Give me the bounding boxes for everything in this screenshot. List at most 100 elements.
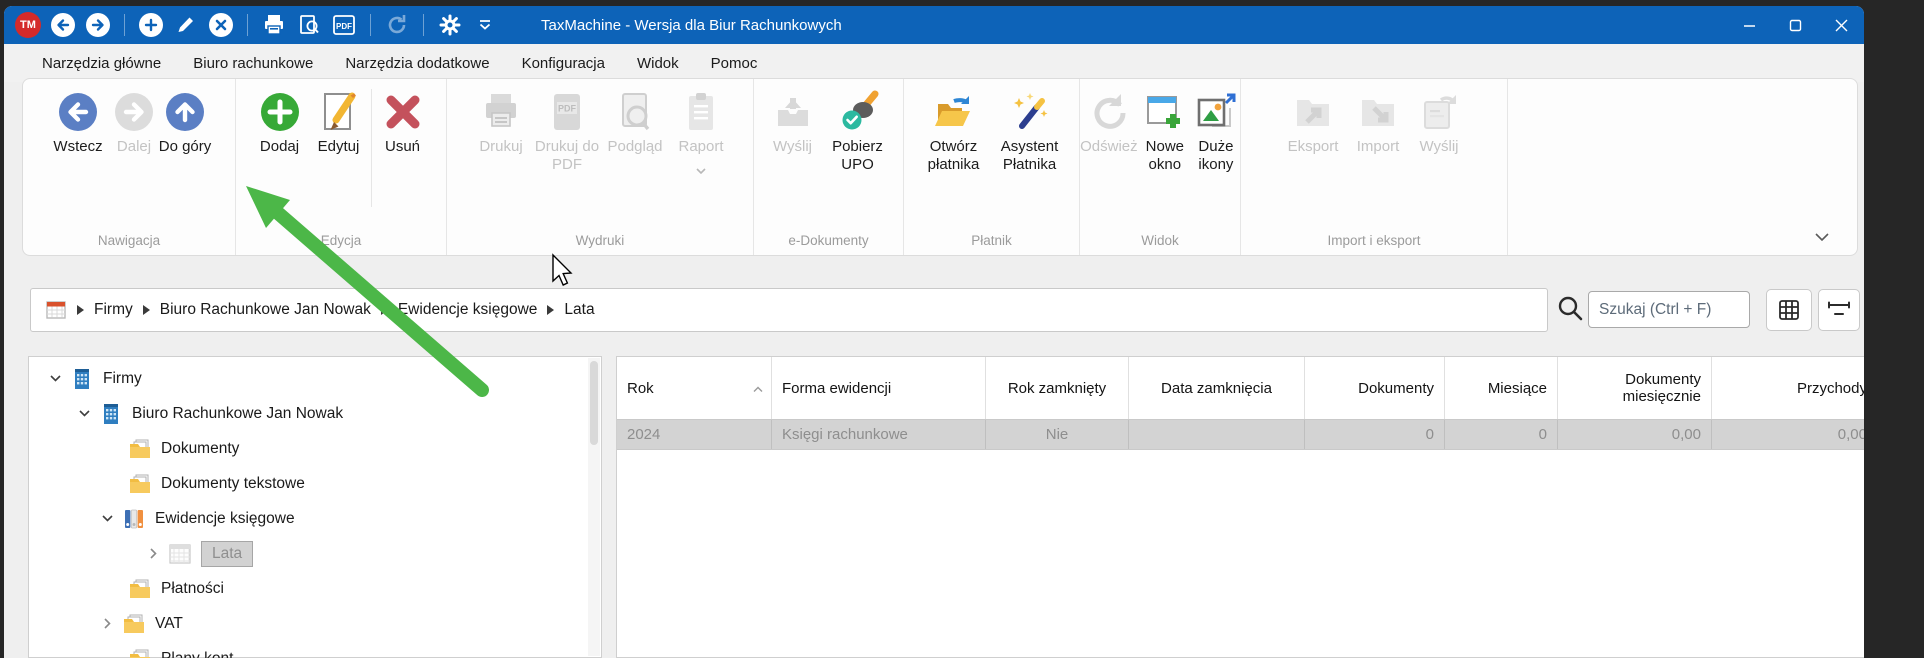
search-input[interactable] (1588, 291, 1750, 328)
chevron-right-icon[interactable] (99, 616, 115, 632)
tab-pomoc[interactable]: Pomoc (695, 44, 774, 82)
tab-konfiguracja[interactable]: Konfiguracja (506, 44, 621, 82)
column-header-rok[interactable]: Rok (617, 357, 772, 419)
grid-icon (1778, 299, 1800, 321)
cell-data-zamkniecia (1129, 420, 1305, 449)
column-header-przychody[interactable]: Przychody (1712, 357, 1864, 419)
tree-item-label: Firmy (103, 370, 142, 388)
asystent-platnika-button[interactable]: Asystent Płatnika (992, 87, 1068, 173)
scrollbar-thumb[interactable] (590, 361, 598, 445)
send-tray-icon (770, 89, 816, 135)
tab-biuro-rachunkowe[interactable]: Biuro rachunkowe (177, 44, 329, 82)
forward-icon[interactable] (84, 11, 112, 39)
tree-item-dokumenty-tekstowe[interactable]: Dokumenty tekstowe (29, 466, 601, 501)
preview-icon (612, 89, 658, 135)
tab-narzedzia-glowne[interactable]: Narzędzia główne (26, 44, 177, 82)
minimize-icon[interactable] (1726, 6, 1772, 44)
breadcrumb[interactable]: Firmy Biuro Rachunkowe Jan Nowak Ewidenc… (30, 288, 1548, 332)
usun-button[interactable]: Usuń (374, 87, 432, 156)
report-clipboard-icon (678, 89, 724, 135)
company-tree-panel: Firmy Biuro Rachunkowe Jan Nowak Dokumen… (28, 356, 602, 658)
drukuj-button: Drukuj (468, 87, 534, 156)
filter-button[interactable] (1818, 289, 1860, 331)
wyslij-edok-button: Wyślij (764, 87, 822, 156)
tree-item-label: Dokumenty tekstowe (161, 475, 305, 493)
breadcrumb-separator-icon (547, 305, 554, 315)
tree-item-biuro[interactable]: Biuro Rachunkowe Jan Nowak (29, 396, 601, 431)
chevron-right-icon[interactable] (145, 546, 161, 562)
tree-item-firmy[interactable]: Firmy (29, 361, 601, 396)
column-header-dokumenty-miesiecznie[interactable]: Dokumenty miesięcznie (1558, 357, 1712, 419)
settings-gear-icon[interactable] (436, 11, 464, 39)
import-folder-icon (1355, 89, 1401, 135)
column-header-dokumenty[interactable]: Dokumenty (1305, 357, 1445, 419)
calendar-icon (45, 299, 67, 321)
dodaj-button[interactable]: Dodaj (251, 87, 309, 156)
wstecz-button[interactable]: Wstecz (46, 87, 110, 156)
app-window: TM (4, 6, 1864, 658)
magic-wand-icon (1007, 89, 1053, 135)
pdf-icon[interactable]: PDF (330, 11, 358, 39)
chevron-down-icon[interactable] (99, 511, 115, 527)
tab-narzedzia-dodatkowe[interactable]: Narzędzia dodatkowe (329, 44, 505, 82)
export-folder-icon (1290, 89, 1336, 135)
column-header-miesiace[interactable]: Miesiące (1445, 357, 1558, 419)
tree-item-label-selected: Lata (201, 541, 253, 567)
print-icon[interactable] (260, 11, 288, 39)
cell-forma-ewidencji: Księgi rachunkowe (772, 420, 986, 449)
group-label: Import i eksport (1241, 233, 1507, 255)
ribbon-collapse-chevron-icon[interactable] (1809, 227, 1835, 247)
ribbon-inner-separator (371, 89, 372, 207)
cell-rok: 2024 (617, 420, 772, 449)
tree-item-plany-kont[interactable]: Plany kont (29, 641, 601, 658)
grid-view-button[interactable] (1766, 289, 1812, 331)
title-bar: TM (4, 6, 1864, 44)
column-header-data-zamkniecia[interactable]: Data zamknięcia (1129, 357, 1305, 419)
tree-item-label: Plany kont (161, 650, 233, 658)
pobierz-upo-button[interactable]: Pobierz UPO (822, 87, 894, 173)
tree-item-vat[interactable]: VAT (29, 606, 601, 641)
nowe-okno-button[interactable]: Nowe okno (1140, 87, 1190, 173)
group-label: e-Dokumenty (754, 233, 903, 255)
print-preview-icon[interactable] (295, 11, 323, 39)
folder-icon (128, 647, 152, 658)
chevron-down-icon[interactable] (76, 406, 92, 422)
column-header-forma-ewidencji[interactable]: Forma ewidencji (772, 357, 986, 419)
breadcrumb-item-biuro[interactable]: Biuro Rachunkowe Jan Nowak (156, 301, 375, 319)
tab-widok[interactable]: Widok (621, 44, 695, 82)
breadcrumb-item-lata[interactable]: Lata (560, 301, 598, 319)
chevron-down-icon[interactable] (471, 11, 499, 39)
delete-circle-icon[interactable] (207, 11, 235, 39)
add-circle-icon[interactable] (137, 11, 165, 39)
chevron-down-icon[interactable] (47, 371, 63, 387)
tree-scrollbar[interactable] (588, 358, 600, 656)
otworz-platnika-button[interactable]: Otwórz płatnika (916, 87, 992, 173)
column-header-rok-zamkniety[interactable]: Rok zamknięty (986, 357, 1129, 419)
tree-item-label: Płatności (161, 580, 224, 598)
edit-pencil-icon[interactable] (172, 11, 200, 39)
podglad-button: Podgląd (600, 87, 670, 156)
tree-item-dokumenty[interactable]: Dokumenty (29, 431, 601, 466)
table-row-2024[interactable]: 2024 Księgi rachunkowe Nie 0 0 0,00 0,00 (617, 420, 1864, 450)
edytuj-button[interactable]: Edytuj (309, 87, 369, 156)
breadcrumb-item-firmy[interactable]: Firmy (90, 301, 137, 319)
delete-x-icon (380, 89, 426, 135)
duze-ikony-button[interactable]: Duże ikony (1192, 87, 1240, 173)
building-icon (99, 402, 123, 426)
ribbon-group-import-eksport: Eksport Import Wyślij Import i eksport (1241, 79, 1508, 255)
odswiez-button: Odśwież (1080, 87, 1138, 156)
back-icon[interactable] (49, 11, 77, 39)
tree-item-ewidencje-ksiegowe[interactable]: Ewidencje księgowe (29, 501, 601, 536)
do-gory-button[interactable]: Do góry (158, 87, 212, 156)
tree-item-platnosci[interactable]: Płatności (29, 571, 601, 606)
breadcrumb-item-ewidencje[interactable]: Ewidencje księgowe (394, 301, 542, 319)
tree-item-lata[interactable]: Lata (29, 536, 601, 571)
close-icon[interactable] (1818, 6, 1864, 44)
cell-dokumenty: 0 (1305, 420, 1445, 449)
dalej-button: Dalej (110, 87, 158, 156)
ribbon-group-nawigacja: Wstecz Dalej Do góry Nawigacja (23, 79, 236, 255)
maximize-icon[interactable] (1772, 6, 1818, 44)
open-folder-icon (931, 89, 977, 135)
large-icons-icon (1193, 89, 1239, 135)
back-circle-icon (55, 89, 101, 135)
